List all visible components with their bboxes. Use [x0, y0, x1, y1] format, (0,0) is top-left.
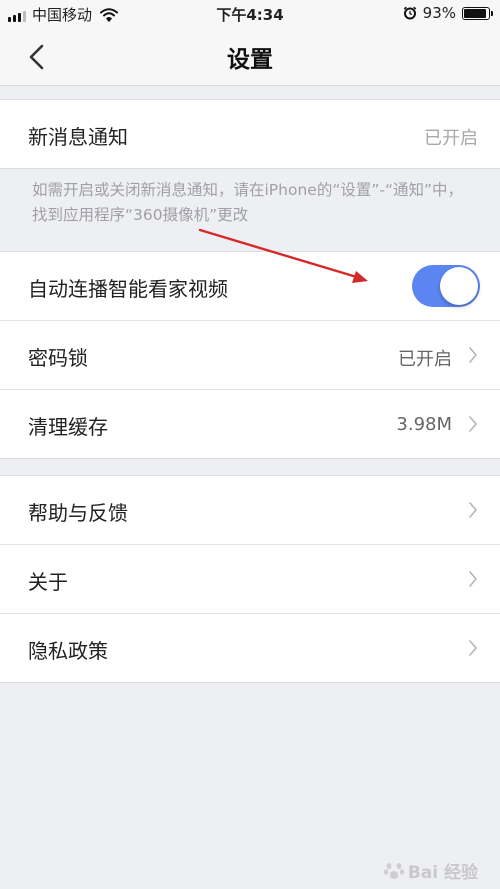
chevron-right-icon	[469, 571, 477, 587]
settings-screen: 中国移动 下午4:34 93% 设置 新消息通知 已开启 如需开启或关闭新消息通…	[0, 0, 500, 889]
privacy-policy-row[interactable]: 隐私政策	[0, 614, 500, 682]
notifications-row: 新消息通知 已开启	[0, 100, 500, 168]
alarm-icon	[403, 6, 416, 20]
notifications-label: 新消息通知	[28, 125, 128, 149]
notifications-group: 新消息通知 已开启	[0, 99, 500, 169]
privacy-policy-label: 隐私政策	[28, 639, 108, 663]
baidu-jingyan-watermark: Bai 经验	[383, 858, 478, 883]
chevron-right-icon	[469, 416, 477, 432]
autoplay-row: 自动连播智能看家视频	[0, 252, 500, 321]
about-label: 关于	[28, 570, 68, 594]
battery-percent: 93%	[422, 4, 456, 22]
help-feedback-row[interactable]: 帮助与反馈	[0, 476, 500, 545]
passcode-lock-value: 已开启	[398, 349, 452, 370]
battery-fill	[464, 8, 487, 18]
navigation-bar: 设置	[0, 28, 500, 86]
help-feedback-label: 帮助与反馈	[28, 501, 128, 525]
clear-cache-label: 清理缓存	[28, 415, 108, 439]
passcode-lock-row[interactable]: 密码锁 已开启	[0, 321, 500, 390]
more-group: 帮助与反馈 关于 隐私政策	[0, 475, 500, 683]
autoplay-label: 自动连播智能看家视频	[28, 277, 228, 301]
page-title: 设置	[227, 47, 273, 73]
paw-logo-icon	[383, 862, 405, 879]
notifications-hint: 如需开启或关闭新消息通知，请在iPhone的“设置”-“通知”中，找到应用程序“…	[32, 181, 464, 224]
chevron-right-icon	[469, 640, 477, 656]
status-right: 93%	[403, 4, 493, 22]
cache-size-value: 3.98M	[396, 414, 452, 435]
playback-settings-group: 自动连播智能看家视频 密码锁 已开启 清理缓存 3.98M	[0, 251, 500, 459]
passcode-lock-label: 密码锁	[28, 346, 88, 370]
chevron-right-icon	[469, 502, 477, 518]
clear-cache-row[interactable]: 清理缓存 3.98M	[0, 390, 500, 458]
notifications-status: 已开启	[424, 128, 478, 149]
toggle-knob	[440, 267, 478, 305]
status-bar: 中国移动 下午4:34 93%	[0, 0, 500, 28]
autoplay-toggle[interactable]	[412, 265, 480, 307]
battery-icon	[462, 6, 493, 20]
chevron-right-icon	[469, 347, 477, 363]
about-row[interactable]: 关于	[0, 545, 500, 614]
watermark-text: Bai 经验	[407, 863, 478, 883]
